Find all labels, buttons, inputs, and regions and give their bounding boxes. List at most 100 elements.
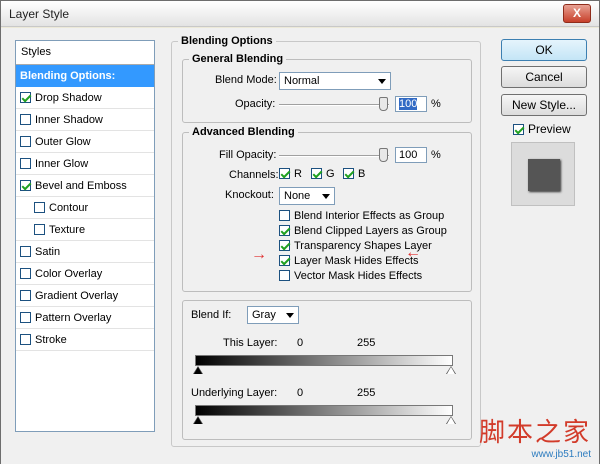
opacity-slider-track[interactable] — [279, 104, 389, 106]
new-style-button[interactable]: New Style... — [501, 94, 587, 116]
title-bar: Layer Style X — [1, 1, 599, 27]
watermark-text: 脚本之家 — [478, 418, 591, 448]
option-label: Vector Mask Hides Effects — [294, 270, 423, 282]
style-checkbox[interactable] — [20, 114, 31, 125]
option-label: Blend Clipped Layers as Group — [294, 225, 447, 237]
blend-if-select[interactable]: Gray — [247, 306, 299, 324]
fill-opacity-percent: % — [431, 149, 441, 161]
option-blend-interior-effects-as-group[interactable]: Blend Interior Effects as Group — [279, 209, 469, 224]
style-item-label: Satin — [35, 246, 61, 258]
this-layer-black-handle[interactable] — [194, 367, 202, 374]
option-checkbox[interactable] — [279, 210, 290, 221]
option-checkbox[interactable] — [279, 270, 290, 281]
advanced-blending-title: Advanced Blending — [189, 126, 298, 138]
style-preview — [511, 142, 575, 206]
style-item-texture[interactable]: Texture — [16, 219, 154, 241]
style-checkbox[interactable] — [20, 136, 31, 147]
cancel-button[interactable]: Cancel — [501, 66, 587, 88]
fill-opacity-value: 100 — [399, 149, 418, 161]
this-layer-label: This Layer: — [223, 337, 278, 349]
style-item-pattern-overlay[interactable]: Pattern Overlay — [16, 307, 154, 329]
style-item-drop-shadow[interactable]: Drop Shadow — [16, 87, 154, 109]
underlying-white-handle[interactable] — [447, 417, 455, 424]
fill-opacity-slider-thumb[interactable] — [379, 148, 388, 162]
knockout-select[interactable]: None — [279, 187, 335, 205]
fill-opacity-input[interactable]: 100 — [395, 147, 427, 163]
opacity-input[interactable]: 100 — [395, 96, 427, 112]
ok-button[interactable]: OK — [501, 39, 587, 61]
style-item-label: Inner Glow — [35, 158, 89, 170]
knockout-label: Knockout: — [225, 189, 274, 201]
channel-label: G — [326, 168, 335, 180]
opacity-slider-thumb[interactable] — [379, 97, 388, 111]
style-item-label: Bevel and Emboss — [35, 180, 127, 192]
layer-style-window: Layer Style X Styles Blending Options: C… — [0, 0, 600, 464]
channel-b[interactable]: B — [343, 168, 365, 180]
blend-mode-select[interactable]: Normal — [279, 72, 391, 90]
option-checkbox[interactable] — [279, 240, 290, 251]
style-checkbox[interactable] — [20, 290, 31, 301]
option-checkbox[interactable] — [279, 225, 290, 236]
style-item-satin[interactable]: Satin — [16, 241, 154, 263]
opacity-label: Opacity: — [235, 98, 276, 110]
opacity-percent: % — [431, 98, 441, 110]
style-checkbox[interactable] — [34, 202, 45, 213]
blending-options-group: Blending Options General Blending Blend … — [171, 35, 481, 447]
option-label: Blend Interior Effects as Group — [294, 210, 445, 222]
style-item-blending-options[interactable]: Blending Options: Custom — [16, 65, 154, 104]
underlying-layer-min: 0 — [297, 387, 304, 399]
style-item-label: Pattern Overlay — [35, 312, 112, 324]
style-item-label: Contour — [49, 202, 89, 214]
style-checkbox[interactable] — [20, 180, 31, 191]
close-button[interactable]: X — [563, 4, 591, 23]
style-checkbox[interactable] — [20, 158, 31, 169]
knockout-value: None — [284, 190, 311, 202]
fill-opacity-slider-track[interactable] — [279, 155, 389, 157]
style-item-gradient-overlay[interactable]: Gradient Overlay — [16, 285, 154, 307]
styles-list: Styles Blending Options: Custom Drop Sha… — [15, 40, 155, 432]
annotation-arrow-left-icon: ← — [405, 244, 421, 261]
channel-g[interactable]: G — [311, 168, 335, 180]
this-layer-white-handle[interactable] — [447, 367, 455, 374]
opacity-value: 100 — [399, 98, 418, 110]
option-checkbox[interactable] — [279, 255, 290, 266]
style-checkbox[interactable] — [20, 246, 31, 257]
option-blend-clipped-layers-as-group[interactable]: Blend Clipped Layers as Group — [279, 224, 469, 239]
channel-label: R — [294, 168, 302, 180]
style-checkbox[interactable] — [20, 92, 31, 103]
dialog-body: Styles Blending Options: Custom Drop Sha… — [1, 28, 599, 464]
style-item-bevel-and-emboss[interactable]: Bevel and Emboss — [16, 175, 154, 197]
this-layer-max: 255 — [357, 337, 376, 349]
underlying-layer-max: 255 — [357, 387, 376, 399]
this-layer-min: 0 — [297, 337, 304, 349]
general-blending-group: General Blending Blend Mode: Normal Opac… — [182, 53, 472, 123]
style-item-label: Stroke — [35, 334, 67, 346]
preview-checkbox[interactable] — [513, 124, 524, 135]
blending-options-title: Blending Options — [178, 35, 276, 47]
style-item-stroke[interactable]: Stroke — [16, 329, 154, 351]
style-item-outer-glow[interactable]: Outer Glow — [16, 131, 154, 153]
style-item-inner-shadow[interactable]: Inner Shadow — [16, 109, 154, 131]
option-transparency-shapes-layer[interactable]: Transparency Shapes Layer — [279, 239, 469, 254]
style-checkbox[interactable] — [20, 268, 31, 279]
option-label: Layer Mask Hides Effects — [294, 255, 419, 267]
channels-label: Channels: — [229, 169, 279, 181]
channel-checkbox[interactable] — [343, 168, 354, 179]
channel-checkbox[interactable] — [279, 168, 290, 179]
style-item-color-overlay[interactable]: Color Overlay — [16, 263, 154, 285]
style-item-inner-glow[interactable]: Inner Glow — [16, 153, 154, 175]
underlying-layer-label: Underlying Layer: — [191, 387, 278, 399]
style-checkbox[interactable] — [20, 334, 31, 345]
styles-header[interactable]: Styles — [16, 41, 154, 65]
style-item-contour[interactable]: Contour — [16, 197, 154, 219]
channel-r[interactable]: R — [279, 168, 302, 180]
option-layer-mask-hides-effects[interactable]: Layer Mask Hides Effects — [279, 254, 469, 269]
style-checkbox[interactable] — [34, 224, 45, 235]
underlying-black-handle[interactable] — [194, 417, 202, 424]
style-checkbox[interactable] — [20, 312, 31, 323]
channels-row: R GB — [279, 168, 379, 182]
channel-checkbox[interactable] — [311, 168, 322, 179]
option-vector-mask-hides-effects[interactable]: Vector Mask Hides Effects — [279, 269, 469, 284]
blend-if-group: Blend If: Gray This Layer: 0 255 Underly… — [182, 300, 472, 440]
preview-checkbox-row[interactable]: Preview — [513, 122, 571, 136]
